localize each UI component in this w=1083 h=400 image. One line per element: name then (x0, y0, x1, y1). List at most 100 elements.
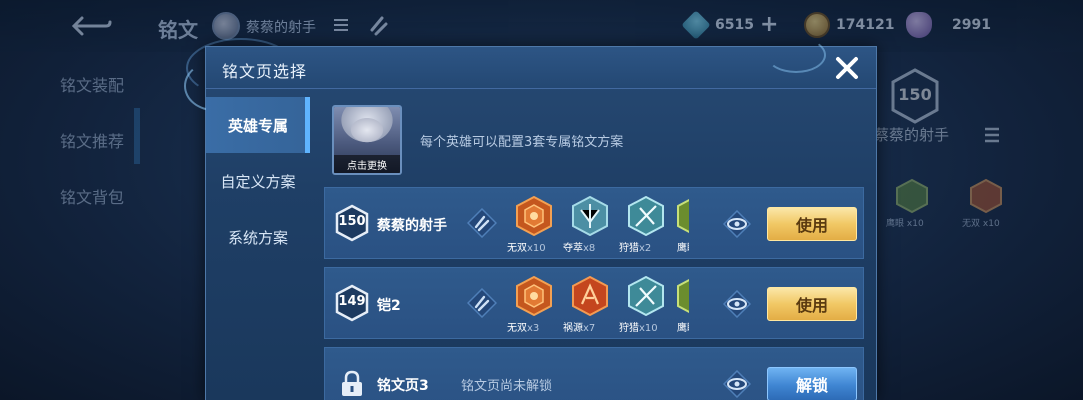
rune-item[interactable]: 无双x3 (507, 275, 559, 336)
rune-label-count: x10 (527, 243, 546, 254)
eye-icon[interactable] (722, 209, 752, 239)
hero-portrait-caption: 点击更换 (334, 155, 400, 173)
gold-amount: 174121 (836, 17, 895, 33)
rune-page-row[interactable]: 149 铠2 无双x3 祸源x7 狩猎x10 鹰 使用 (324, 267, 864, 339)
lock-icon (339, 370, 365, 398)
rune-label-count: x2 (639, 243, 652, 254)
rune-label-name: 狩猎 (619, 243, 639, 254)
rune-label-name: 祸源 (563, 323, 583, 334)
rune-item[interactable]: 夺萃x8 (563, 195, 615, 256)
rune-label-name: 无双 (962, 219, 981, 229)
level-badge-text: 150 (898, 85, 932, 104)
rune-set-icon[interactable] (368, 14, 390, 38)
eye-icon[interactable] (722, 369, 752, 399)
currency-diamond: 2991 (906, 12, 991, 38)
hero-avatar[interactable] (212, 12, 240, 40)
rune-page-name: 铠2 (377, 298, 401, 314)
rune-label-name: 狩猎 (619, 323, 639, 334)
right-page-name: 蔡蔡的射手 (874, 126, 950, 144)
rune-label: 夺萃x8 (563, 239, 623, 254)
rune-set-icon[interactable] (466, 287, 498, 319)
rune-label-count: x10 (906, 219, 924, 229)
rune-item[interactable]: 无双x10 (507, 195, 559, 256)
tab-custom-plan[interactable]: 自定义方案 (206, 153, 310, 209)
use-button[interactable]: 使用 (767, 207, 857, 241)
rune-label: 无双x3 (507, 319, 567, 334)
rune-label-name: 无双 (507, 243, 527, 254)
rune-item[interactable]: 狩猎x10 (619, 275, 671, 336)
hero-portrait[interactable]: 点击更换 (332, 105, 402, 175)
tab-hero-exclusive[interactable]: 英雄专属 (206, 97, 310, 153)
rune-green-icon (677, 196, 689, 236)
rune-orange-icon (572, 275, 608, 317)
rune-item[interactable]: 狩猎x2 (619, 195, 671, 256)
sidebar-item-rune-recommend[interactable]: 铭文推荐 (60, 128, 124, 152)
crystal-amount: 6515 (715, 17, 754, 33)
rune-label-count: x10 (639, 323, 658, 334)
rune-item[interactable]: 鹰眼 (677, 196, 689, 256)
locked-rune-page-row: 铭文页3 铭文页尚未解锁 解锁 (324, 347, 864, 400)
rune-label: 鹰眼 x10 (886, 216, 924, 229)
rune-label-count: x7 (583, 323, 596, 334)
rune-green-icon (677, 276, 689, 316)
rune-orange-icon (516, 195, 552, 237)
rune-label: 无双 x10 (962, 216, 1000, 229)
list-icon[interactable] (332, 16, 350, 34)
dialog-content: 点击更换 每个英雄可以配置3套专属铭文方案 150 蔡蔡的射手 无双x10 夺萃… (324, 99, 864, 400)
currency-gold: 174121 (804, 12, 894, 38)
hero-hint-text: 每个英雄可以配置3套专属铭文方案 (420, 135, 624, 150)
rune-label: 鹰眼 (677, 239, 689, 254)
rune-teal-icon (572, 195, 608, 237)
rune-gem-icon (968, 178, 1004, 214)
unlock-button[interactable]: 解锁 (767, 367, 857, 400)
diamond-icon (906, 12, 932, 38)
rune-label: 鹰眼 (677, 319, 689, 334)
tab-system-plan[interactable]: 系统方案 (206, 209, 310, 265)
rune-page-select-dialog: 铭文页选择 英雄专属 自定义方案 系统方案 点击更换 每个英雄可以配置3套专属铭… (184, 37, 877, 400)
rune-page-row[interactable]: 150 蔡蔡的射手 无双x10 夺萃x8 狩猎x2 鹰 使用 (324, 187, 864, 259)
diamond-amount: 2991 (952, 17, 991, 33)
rune-label-name: 鹰眼 (677, 323, 689, 334)
sidebar-item-rune-equip[interactable]: 铭文装配 (60, 72, 124, 96)
level-badge: 150 (890, 68, 940, 124)
locked-page-name: 铭文页3 (377, 378, 429, 394)
sidebar-active-indicator (134, 108, 140, 164)
rune-teal-icon (628, 195, 664, 237)
gold-coin-icon (804, 12, 830, 38)
rune-label-name: 鹰眼 (886, 219, 905, 229)
background-title: 铭文 (158, 18, 198, 42)
rune-label: 无双x10 (507, 239, 567, 254)
level-badge-text: 150 (338, 214, 366, 229)
rune-set-icon[interactable] (466, 207, 498, 239)
rune-gem-icon (894, 178, 930, 214)
rune-label-name: 鹰眼 (677, 243, 689, 254)
rune-item[interactable]: 祸源x7 (563, 275, 615, 336)
level-badge: 150 (335, 204, 369, 242)
rune-label: 狩猎x10 (619, 319, 679, 334)
rune-orange-icon (516, 275, 552, 317)
rune-teal-icon (628, 275, 664, 317)
rune-label-name: 夺萃 (563, 243, 583, 254)
menu-icon[interactable] (984, 126, 1000, 148)
background-top-bar: 铭文 蔡蔡的射手 6515 + 174121 2991 (0, 0, 1083, 52)
back-icon[interactable] (70, 14, 114, 38)
background-sidebar: 铭文装配 铭文推荐 铭文背包 (0, 52, 140, 400)
rune-label-name: 无双 (507, 323, 527, 334)
rune-label: 狩猎x2 (619, 239, 679, 254)
rune-label-count: x8 (583, 243, 596, 254)
add-crystal-icon[interactable]: + (760, 14, 778, 36)
sidebar-item-rune-bag[interactable]: 铭文背包 (60, 184, 124, 208)
decorative-wisp (766, 37, 826, 73)
rune-item[interactable]: 鹰眼 (677, 276, 689, 336)
rune-page-name: 蔡蔡的射手 (377, 218, 447, 234)
rune-label-count: x10 (982, 219, 1000, 229)
use-button[interactable]: 使用 (767, 287, 857, 321)
locked-page-status: 铭文页尚未解锁 (461, 379, 553, 394)
rune-label: 祸源x7 (563, 319, 623, 334)
eye-icon[interactable] (722, 289, 752, 319)
close-icon[interactable] (832, 53, 862, 83)
rune-label-count: x3 (527, 323, 540, 334)
level-badge-text: 149 (338, 294, 366, 309)
level-badge: 149 (335, 284, 369, 322)
background-right-panel: 150 蔡蔡的射手 鹰眼 x10 无双 x10 (874, 60, 1083, 400)
